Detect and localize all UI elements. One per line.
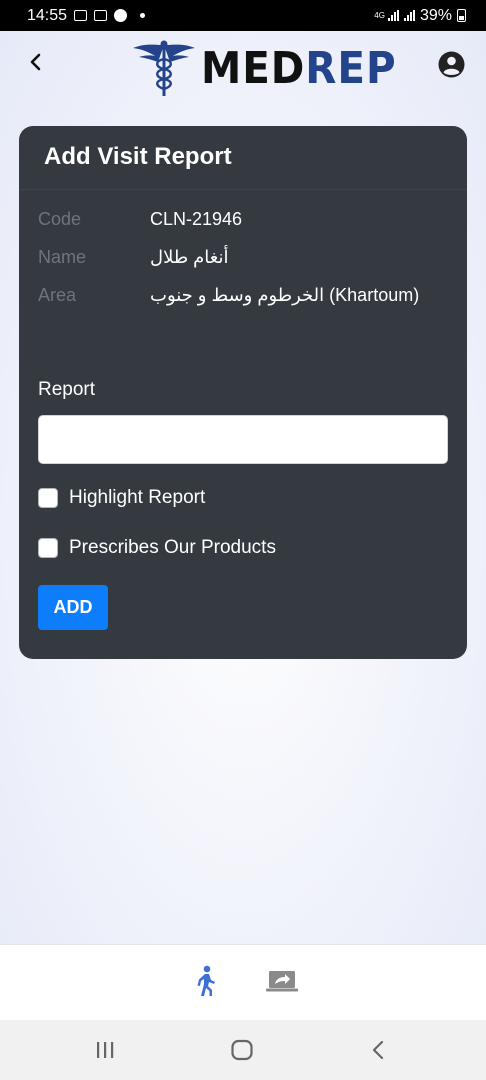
report-input[interactable] [38,415,448,464]
add-button[interactable]: ADD [38,585,108,630]
back-button[interactable] [22,49,48,75]
system-nav-bar [0,1020,486,1080]
prescribes-products-checkbox-box[interactable] [38,538,58,558]
signal-icon [387,10,399,21]
back-arrow-icon [372,1040,384,1060]
medrep-logo: MEDREP [131,39,414,97]
profile-icon[interactable] [438,51,465,78]
share-screen-icon [266,971,298,992]
bottom-tab-bar [0,944,486,1020]
area-label: Area [38,285,77,305]
header: MEDREP [0,31,486,101]
code-value: CLN-21946 [150,209,243,229]
battery-icon [457,9,466,22]
phone-icon [114,9,128,22]
status-time: 14:55 [27,6,68,24]
status-left: 14:55 [27,6,146,25]
notification-icon [94,10,108,21]
recent-apps-icon [97,1042,114,1058]
status-bar: 14:55 4G 39% [0,0,486,31]
prescribes-products-checkbox[interactable]: Prescribes Our Products [38,537,276,559]
chevron-left-icon [30,53,41,71]
highlight-report-label: Highlight Report [69,487,206,508]
home-button[interactable] [227,1036,257,1064]
walking-person-icon [197,965,215,996]
home-icon [231,1039,253,1061]
name-label: Name [38,247,87,267]
tab-reports[interactable] [264,963,300,999]
tab-visits[interactable] [188,963,224,999]
code-label: Code [38,209,82,229]
logo-med: MED [201,42,306,94]
system-back-button[interactable] [363,1036,393,1064]
area-value: الخرطوم وسط و جنوب (Khartoum) [150,285,420,305]
logo-text: MEDREP [201,43,397,94]
visit-report-card: Add Visit Report Code CLN-21946 Name أنغ… [19,126,467,659]
card-divider [19,189,467,190]
gallery-icon [74,10,88,21]
prescribes-products-label: Prescribes Our Products [69,537,276,558]
battery-percent: 39% [419,6,452,24]
status-right: 4G 39% [374,7,466,25]
report-label: Report [38,379,96,400]
highlight-report-checkbox[interactable]: Highlight Report [38,487,205,509]
signal-icon-2 [403,10,415,21]
card-title: Add Visit Report [44,143,232,170]
highlight-report-checkbox-box[interactable] [38,488,58,508]
more-notifications-icon [140,13,146,18]
app-screen: MEDREP Add Visit Report Code CLN-21946 N… [0,31,486,944]
caduceus-icon [133,40,195,96]
logo-rep: REP [305,42,397,94]
network-type: 4G [374,10,385,20]
recent-apps-button[interactable] [90,1036,120,1064]
name-value: أنغام طلال [150,247,229,267]
